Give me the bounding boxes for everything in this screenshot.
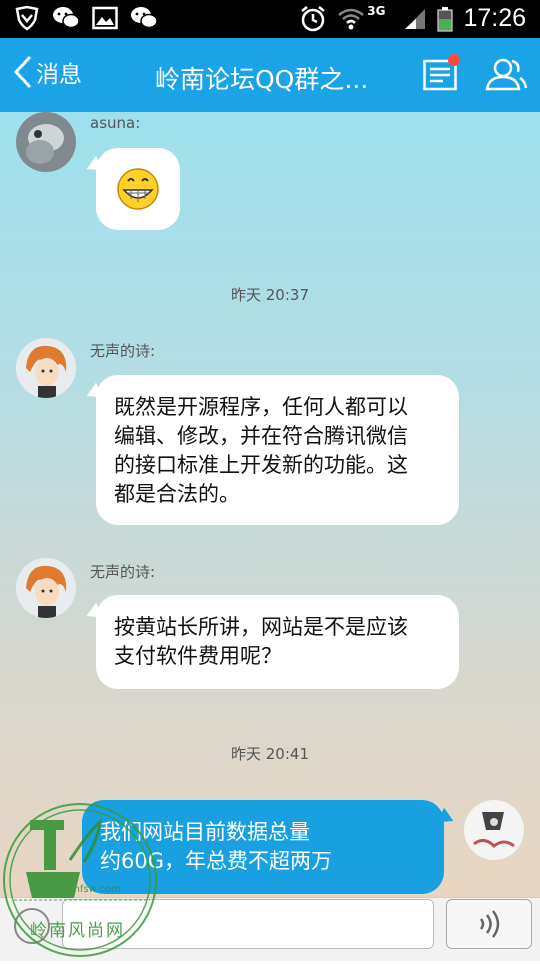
battery-icon [437, 6, 453, 31]
gallery-icon [92, 6, 118, 30]
notification-badge [448, 54, 460, 66]
sender-name: 无声的诗: [90, 563, 156, 581]
notification-icons [14, 5, 158, 31]
back-button[interactable]: 消息 [12, 54, 82, 90]
message-line: 编辑、修改，并在符合腾讯微信 [114, 424, 408, 448]
message-line: 支付软件费用呢？ [114, 644, 282, 668]
input-bar [0, 897, 540, 961]
message-line: 约60G，年总费不超两万 [100, 849, 332, 873]
sender-name: asuna: [90, 114, 141, 132]
signal-icon [405, 8, 426, 29]
alarm-icon [301, 5, 326, 31]
avatar-self[interactable] [464, 800, 524, 860]
network-type: 3G [367, 3, 386, 18]
message-line: 按黄站长所讲，网站是不是应该 [114, 615, 408, 639]
clock: 17:26 [463, 4, 526, 32]
system-icons: 3G 17:26 [299, 4, 526, 33]
message-input[interactable] [62, 899, 434, 949]
voice-wave-icon [479, 910, 500, 938]
chevron-left-icon [13, 55, 32, 89]
chat-area[interactable]: asuna: 昨天 20:37 无声的诗: 既然是开源程序，任何人都可以 编辑、… [0, 112, 540, 897]
status-bar: 3G 17:26 [0, 0, 540, 38]
wechat-icon-2 [131, 7, 158, 29]
timestamp: 昨天 20:37 [231, 286, 309, 304]
message-bubble-outgoing[interactable]: 我们网站目前数据总量 约60G，年总费不超两万 [82, 800, 444, 894]
wechat-icon [53, 7, 80, 29]
chat-title: 岭南论坛QQ群之... [155, 65, 369, 94]
avatar-asuna[interactable] [16, 112, 76, 172]
message-line: 我们网站目前数据总量 [100, 820, 310, 844]
message-line: 既然是开源程序，任何人都可以 [114, 395, 408, 419]
avatar-wushengdeshi[interactable] [16, 558, 76, 618]
message-bubble-emoji[interactable] [96, 148, 180, 230]
grin-emoji-icon [117, 168, 159, 210]
shield-icon [15, 5, 39, 31]
message-line: 都是合法的。 [114, 482, 240, 506]
title-bar: 消息 岭南论坛QQ群之... [0, 38, 540, 112]
back-label: 消息 [36, 62, 82, 88]
message-line: 的接口标准上开发新的功能。这 [114, 453, 408, 477]
sender-name: 无声的诗: [90, 342, 156, 360]
timestamp: 昨天 20:41 [231, 745, 309, 763]
voice-button[interactable] [446, 899, 532, 949]
emoji-button[interactable] [14, 908, 50, 944]
message-bubble[interactable]: 既然是开源程序，任何人都可以 编辑、修改，并在符合腾讯微信 的接口标准上开发新的… [96, 375, 459, 525]
avatar-wushengdeshi[interactable] [16, 338, 76, 398]
message-bubble[interactable]: 按黄站长所讲，网站是不是应该 支付软件费用呢？ [96, 595, 459, 689]
group-members-icon[interactable] [484, 56, 528, 92]
wifi-icon [338, 8, 365, 29]
